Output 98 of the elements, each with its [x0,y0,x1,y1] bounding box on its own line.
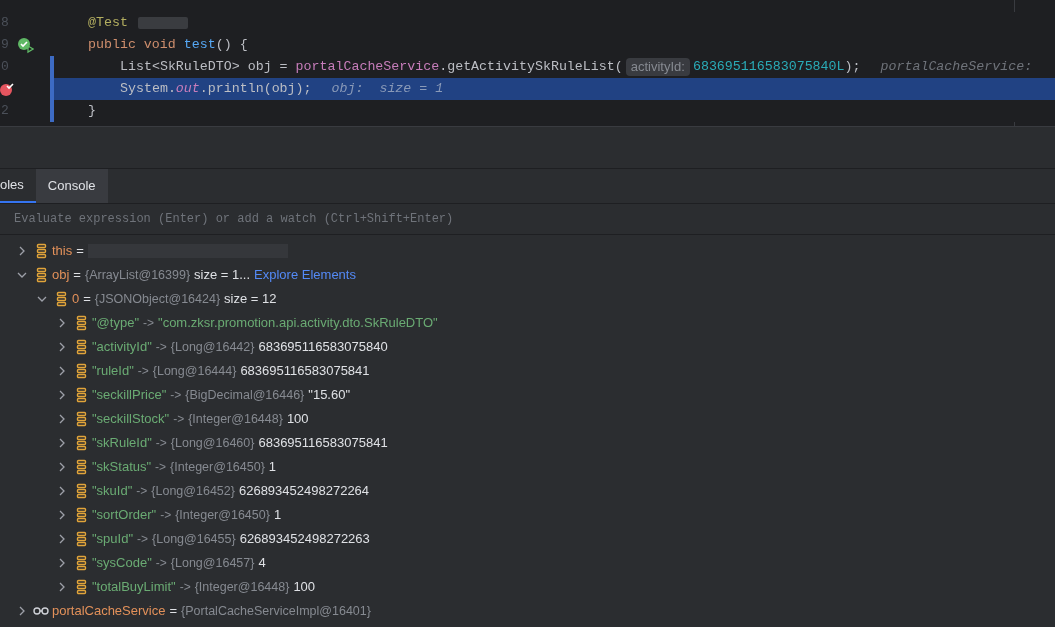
debug-value-hint: obj: size = 1 [331,80,444,99]
parameter-hint: activityId: [625,58,690,76]
variable-name: "seckillPrice" [92,386,167,405]
variable-name: "spuId" [92,530,134,549]
type-text: {Long@16442} [170,338,255,356]
variable-name: obj [52,266,70,285]
value-text: 4 [258,554,266,573]
code-text: 683695116583075840L [692,58,845,77]
variable-name: this [52,242,73,261]
variable-name: "activityId" [92,338,152,357]
separator-text: -> [136,483,148,500]
separator-text: -> [170,387,182,404]
code-text: .println(obj); [199,80,312,99]
value-text: 1 [268,458,277,477]
variable-name: "ruleId" [92,362,134,381]
type-text: {Long@16460} [170,434,255,452]
value-text: 100 [286,410,309,429]
stack-icon [76,459,87,475]
explore-elements-link[interactable]: Explore Elements [254,265,356,285]
separator-text: -> [143,315,154,332]
stack-icon [76,411,87,427]
type-text: {Long@16444} [152,362,237,380]
code-text: @Test [88,14,128,33]
stack-icon [76,507,87,523]
stack-icon [76,531,87,547]
separator-text: = [83,290,91,309]
variable-name: "totalBuyLimit" [92,578,176,597]
type-text: {Integer@16448} [188,410,283,428]
separator-text: = [169,602,178,621]
separator-text: -> [160,507,172,524]
separator-text: = [76,242,84,261]
run-test-icon [17,36,34,54]
variable-name: "sysCode" [92,554,152,573]
code-text: public void [88,36,177,55]
separator-text: -> [155,555,167,572]
stack-icon [76,483,87,499]
stack-icon [76,315,87,331]
code-text: List<SkRuleDTO> obj = [120,58,289,77]
separator-text: -> [137,531,149,548]
code-text: out [175,80,200,99]
separator-text: -> [179,579,191,596]
value-text: "15.60" [308,386,351,405]
code-text: .getActivitySkRuleList( [439,58,623,77]
variable-name: 0 [72,290,80,309]
type-text: {BigDecimal@16446} [185,386,305,404]
stack-icon [56,291,67,307]
value-text: 683695116583075841 [240,362,370,381]
variable-name: "sortOrder" [92,506,157,525]
code-text: test [183,36,216,55]
type-text: {Integer@16448} [194,578,290,596]
stack-icon [76,579,87,595]
type-text: {Long@16452} [151,482,235,500]
variable-name: "seckillStock" [92,410,170,429]
separator-text: -> [155,435,167,452]
evaluate-field[interactable]: Evaluate expression (Enter) or add a watch (Ctrl+Shift+Enter) [14,210,1041,228]
separator-text: -> [173,411,185,428]
type-text: {Long@16455} [152,530,236,548]
stack-icon [36,243,47,259]
variable-name: "skRuleId" [92,434,152,453]
value-text: size = 1... [194,266,251,285]
separator-text: -> [137,363,149,380]
stack-icon [36,267,47,283]
glasses-icon [33,606,49,616]
value-text: 1 [273,506,282,525]
value-text: 100 [293,578,316,597]
variable-name: portalCacheService [52,602,166,621]
code-text: portalCacheService [295,58,440,77]
type-text: {Integer@16450} [175,506,270,524]
tab[interactable]: Console [35,169,108,203]
stack-icon [76,339,87,355]
type-text: {Long@16457} [170,554,255,572]
code-text: } [88,102,96,121]
separator-text: -> [155,459,167,476]
type-text: {ArrayList@16399} [84,266,191,284]
separator-text: = [73,266,81,285]
type-text: {PortalCacheServiceImpl@16401} [181,602,371,620]
variable-name: "skuId" [92,482,133,501]
value-text: 626893452498272264 [238,482,370,501]
value-text: 683695116583075841 [258,434,388,453]
code-text: ); [844,58,861,77]
debug-value-hint: portalCacheService: [880,58,1033,77]
type-text: {Integer@16450} [170,458,265,476]
code-text: () { [215,36,248,55]
value-text: 683695116583075840 [258,338,388,357]
breakpoint-icon [0,81,14,97]
stack-icon [76,555,87,571]
value-text: 626893452498272263 [239,530,370,549]
stack-icon [76,363,87,379]
value-text: size = 12 [224,290,277,309]
separator-text: -> [155,339,167,356]
stack-icon [76,435,87,451]
type-text: {JSONObject@16424} [94,290,221,308]
redaction-block [137,17,188,29]
value-text: "com.zksr.promotion.api.activity.dto.SkRuleDTO" [158,314,438,333]
code-text: System. [120,80,176,99]
variable-name: "@type" [92,314,139,333]
stack-icon [76,387,87,403]
variable-name: "skStatus" [92,458,152,477]
